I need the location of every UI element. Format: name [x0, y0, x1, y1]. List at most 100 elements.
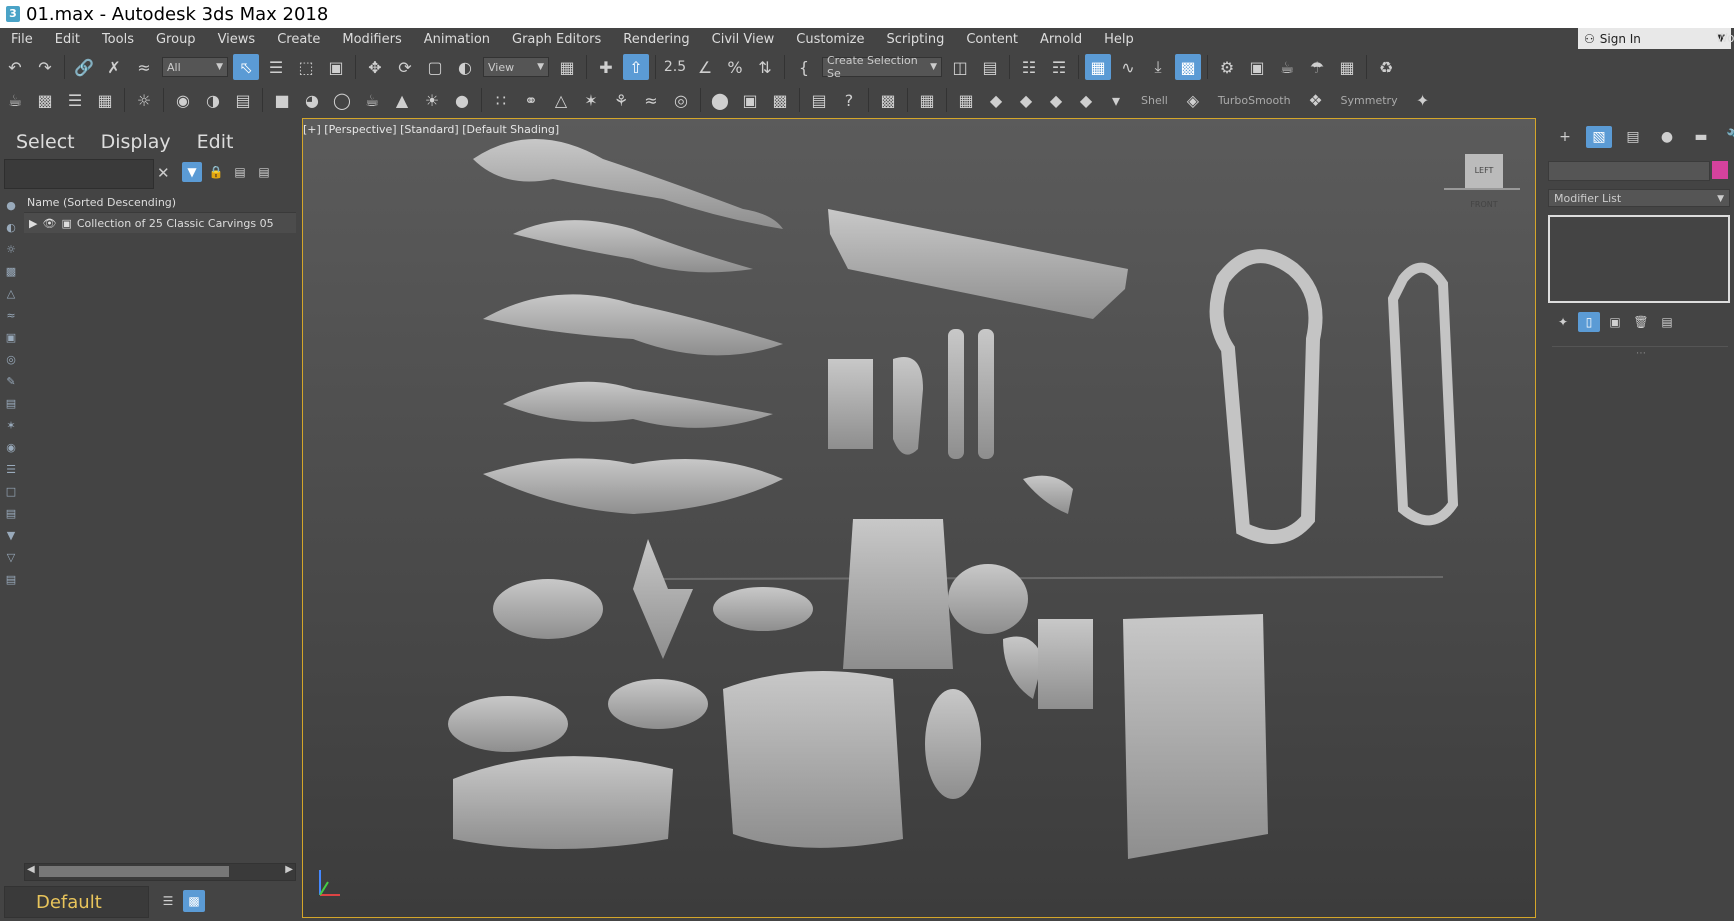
menu-customize[interactable]: Customize — [785, 32, 875, 47]
reference-coordinate-dropdown[interactable]: View ▼ — [483, 57, 549, 77]
hair-fur-icon[interactable]: ≈ — [638, 87, 664, 113]
scrollbar-thumb[interactable] — [39, 866, 229, 877]
shell-modifier-button[interactable]: Shell — [1141, 94, 1168, 107]
edit-named-selection-icon[interactable]: { — [791, 54, 817, 80]
chevron-left-icon[interactable]: ◀ — [27, 864, 35, 875]
schematic-view-icon[interactable]: ⤓ — [1145, 54, 1171, 80]
geosphere-icon[interactable]: ✶ — [578, 87, 604, 113]
name-column-header[interactable]: Name (Sorted Descending) — [24, 194, 296, 213]
lock-icon[interactable]: 🔒 — [206, 162, 226, 182]
container-filter-icon[interactable]: ▤ — [2, 394, 20, 412]
selection-filter-dropdown[interactable]: All ▼ — [162, 57, 228, 77]
configure-modifier-sets-icon[interactable]: ▤ — [1656, 312, 1678, 332]
utilities-tab-icon[interactable]: 🔧 — [1722, 126, 1734, 148]
table-icon[interactable]: ▦ — [92, 87, 118, 113]
turbosmooth-icon[interactable]: ◈ — [1180, 87, 1206, 113]
frozen-filter-icon[interactable]: ◉ — [2, 438, 20, 456]
menu-graph-editors[interactable]: Graph Editors — [501, 32, 612, 47]
render-iterative-icon[interactable]: ☂ — [1304, 54, 1330, 80]
list-icon[interactable]: ☰ — [62, 87, 88, 113]
teapot-icon[interactable]: ☕ — [2, 87, 28, 113]
xref-filter-icon[interactable]: ◎ — [2, 350, 20, 368]
sphere-icon[interactable]: ◯ — [329, 87, 355, 113]
horizontal-scrollbar[interactable]: ◀ ▶ — [24, 863, 296, 881]
eye-icon[interactable]: 👁 — [42, 217, 56, 230]
sign-in-button[interactable]: ⚇ Sign In ▼ — [1578, 28, 1731, 49]
make-unique-icon[interactable]: ▣ — [1604, 312, 1626, 332]
scene-explorer-options-icon[interactable]: ▩ — [183, 890, 205, 912]
unlink-icon[interactable]: ✗ — [101, 54, 127, 80]
display-tab-icon[interactable]: ▬ — [1688, 126, 1714, 148]
place-icon[interactable]: ◐ — [452, 54, 478, 80]
clear-search-icon[interactable]: ✕ — [157, 164, 170, 182]
particles-icon[interactable]: ∷ — [488, 87, 514, 113]
chevron-right-icon[interactable]: ▶ — [285, 864, 293, 875]
snap-toggle-icon[interactable]: 2.5 — [662, 54, 688, 80]
render-setup-icon[interactable]: ⚙ — [1214, 54, 1240, 80]
align-icon[interactable]: ▤ — [977, 54, 1003, 80]
render-production-icon[interactable]: ☕ — [1274, 54, 1300, 80]
teapot-primitive-icon[interactable]: ☕ — [359, 87, 385, 113]
plant-icon[interactable]: ⚘ — [608, 87, 634, 113]
menu-scripting[interactable]: Scripting — [876, 32, 956, 47]
film-icon[interactable]: ▤ — [230, 87, 256, 113]
filter-icon[interactable]: ▼ — [182, 162, 202, 182]
modify-tab-icon[interactable]: ▧ — [1586, 126, 1612, 148]
toggle-ribbon-icon[interactable]: ▦ — [1085, 54, 1111, 80]
tab-display[interactable]: Display — [101, 131, 171, 153]
clipboard-icon[interactable]: ▤ — [806, 87, 832, 113]
object-color-swatch[interactable] — [1712, 161, 1728, 179]
render-preview-icon[interactable]: ▦ — [914, 87, 940, 113]
light-bulb-icon[interactable]: ☼ — [131, 87, 157, 113]
menu-content[interactable]: Content — [955, 32, 1029, 47]
percent-snap-icon[interactable]: % — [722, 54, 748, 80]
rotate-icon[interactable]: ⟳ — [392, 54, 418, 80]
hierarchy-icon[interactable]: ▤ — [230, 162, 250, 182]
menu-animation[interactable]: Animation — [413, 32, 501, 47]
disc-icon[interactable]: ● — [449, 87, 475, 113]
pyramid-icon[interactable]: △ — [548, 87, 574, 113]
window-crossing-icon[interactable]: ▣ — [323, 54, 349, 80]
spacewarp-filter-icon[interactable]: ≈ — [2, 306, 20, 324]
modifier-icon-5[interactable]: ▾ — [1103, 87, 1129, 113]
sun-icon[interactable]: ☀ — [419, 87, 445, 113]
group-filter-icon[interactable]: ▣ — [2, 328, 20, 346]
cone-icon[interactable]: ▲ — [389, 87, 415, 113]
grid-icon[interactable]: ▦ — [953, 87, 979, 113]
help-icon[interactable]: ? — [836, 87, 862, 113]
pivot-center-icon[interactable]: ▦ — [554, 54, 580, 80]
menu-tools[interactable]: Tools — [91, 32, 145, 47]
menu-views[interactable]: Views — [207, 32, 267, 47]
symmetry-modifier-button[interactable]: Symmetry — [1341, 94, 1398, 107]
curve-editor-icon[interactable]: ∿ — [1115, 54, 1141, 80]
search-input[interactable] — [4, 159, 154, 189]
object-name-field[interactable] — [1548, 161, 1710, 181]
box-icon[interactable]: ■ — [269, 87, 295, 113]
a360-gallery-icon[interactable]: ♻ — [1373, 54, 1399, 80]
tab-select[interactable]: Select — [16, 131, 75, 153]
modifier-icon-1[interactable]: ◆ — [983, 87, 1009, 113]
camera-icon[interactable]: ◉ — [170, 87, 196, 113]
bone-filter-icon[interactable]: ✎ — [2, 372, 20, 390]
layer-dropdown[interactable]: Default — [4, 886, 149, 918]
material-assign-icon[interactable]: ▣ — [737, 87, 763, 113]
select-by-name-icon[interactable]: ☰ — [263, 54, 289, 80]
select-object-icon[interactable]: ⬁ — [233, 54, 259, 80]
modifier-icon-3[interactable]: ◆ — [1043, 87, 1069, 113]
angle-snap-icon[interactable]: ∠ — [692, 54, 718, 80]
move-icon[interactable]: ✥ — [362, 54, 388, 80]
mirror-icon[interactable]: ◫ — [947, 54, 973, 80]
layer-hierarchy-icon[interactable]: ▤ — [254, 162, 274, 182]
scale-icon[interactable]: ▢ — [422, 54, 448, 80]
sphere-half-icon[interactable]: ◑ — [200, 87, 226, 113]
viewport-label[interactable]: [+] [Perspective] [Standard] [Default Sh… — [303, 123, 559, 136]
hierarchy-tab-icon[interactable]: ▤ — [1620, 126, 1646, 148]
perspective-viewport[interactable] — [302, 118, 1536, 918]
spinner-snap-icon[interactable]: ⇅ — [752, 54, 778, 80]
symmetry-icon[interactable]: ❖ — [1303, 87, 1329, 113]
camera-filter-icon[interactable]: ▩ — [2, 262, 20, 280]
filter-icon[interactable]: ▽ — [2, 548, 20, 566]
toggle-scene-explorer-icon[interactable]: ☷ — [1016, 54, 1042, 80]
invert-display-icon[interactable]: ▤ — [2, 504, 20, 522]
rendered-frame-window-icon[interactable]: ▣ — [1244, 54, 1270, 80]
